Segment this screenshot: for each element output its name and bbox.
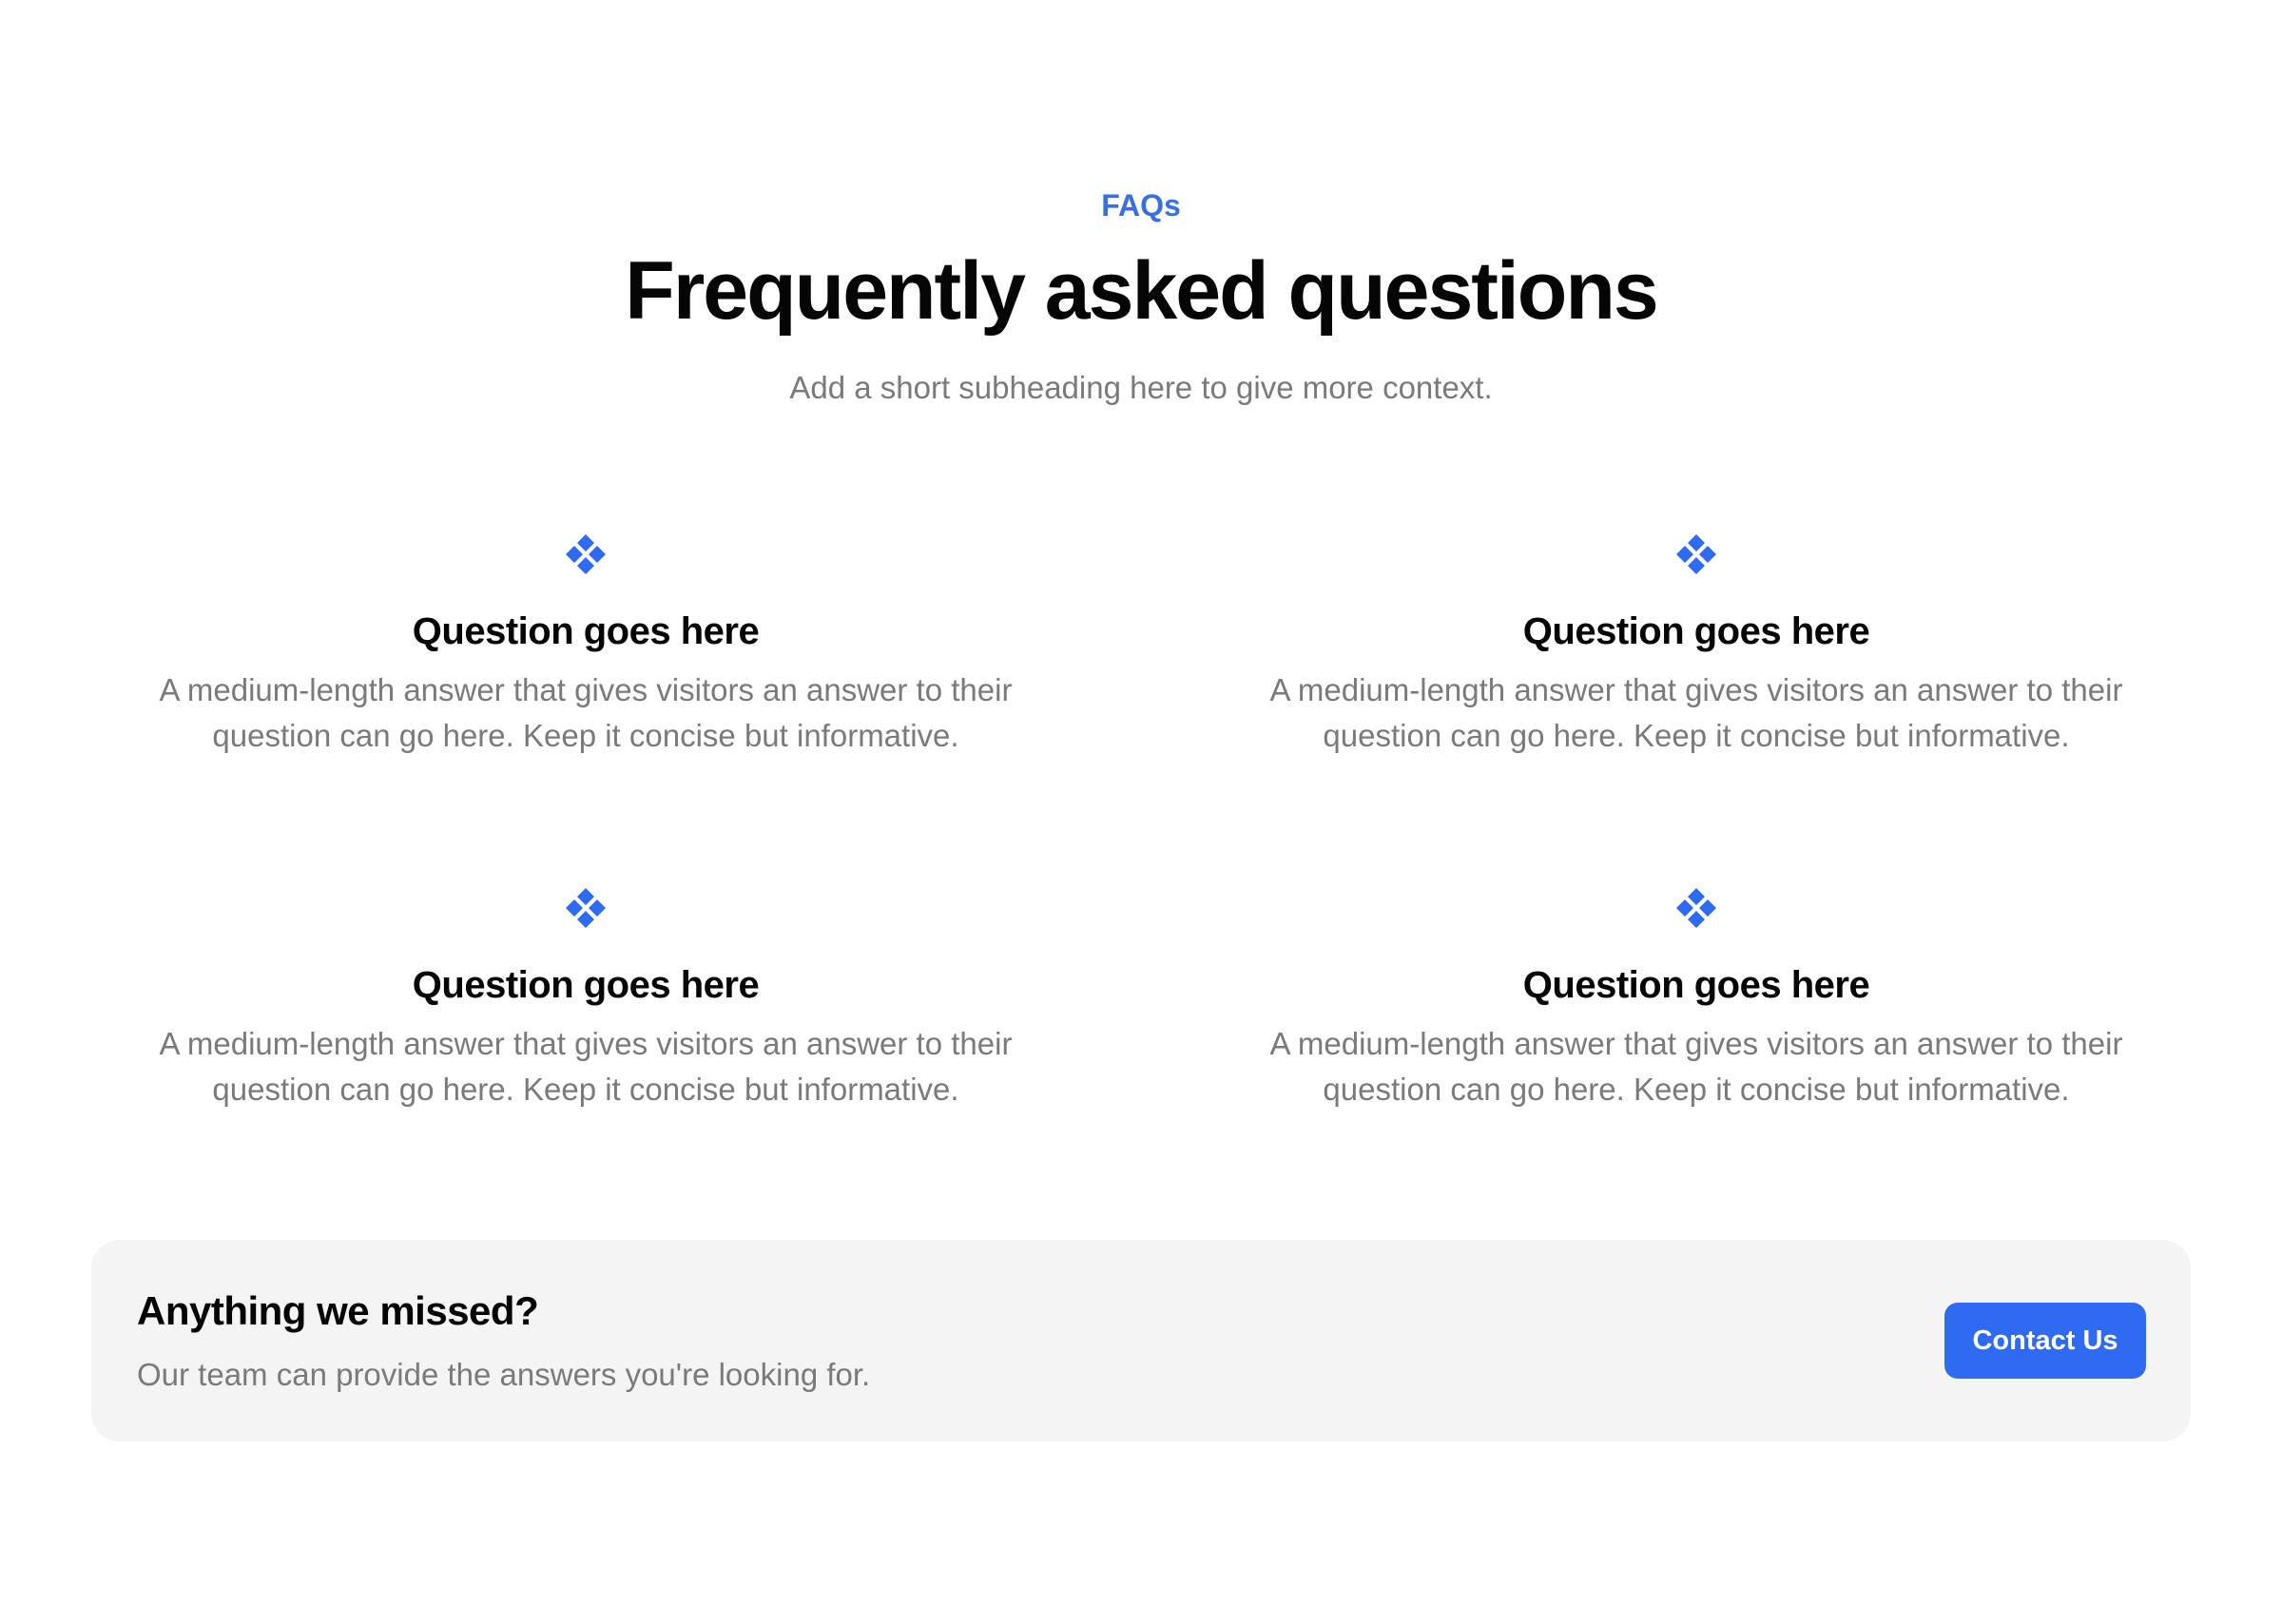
faq-item: Question goes here A medium-length answe… — [110, 886, 1061, 1112]
faq-question: Question goes here — [412, 610, 760, 652]
diamond-cluster-icon — [566, 534, 606, 574]
page-title: Frequently asked questions — [625, 245, 1658, 337]
faq-item: Question goes here A medium-length answe… — [1221, 886, 2172, 1112]
diamond-cluster-icon — [1676, 534, 1716, 574]
diamond-cluster-icon — [566, 888, 606, 928]
contact-cta-card: Anything we missed? Our team can provide… — [91, 1240, 2191, 1441]
contact-us-button[interactable]: Contact Us — [1944, 1303, 2146, 1379]
faq-item: Question goes here A medium-length answe… — [110, 532, 1061, 759]
section-eyebrow: FAQs — [1101, 188, 1181, 222]
page-subtitle: Add a short subheading here to give more… — [789, 370, 1493, 405]
faq-answer: A medium-length answer that gives visito… — [159, 672, 1013, 753]
cta-title: Anything we missed? — [137, 1288, 539, 1333]
faq-question: Question goes here — [1522, 964, 1870, 1006]
faq-item: Question goes here A medium-length answe… — [1221, 532, 2172, 759]
faq-question: Question goes here — [1522, 610, 1870, 652]
faq-answer: A medium-length answer that gives visito… — [1269, 672, 2123, 753]
diamond-cluster-icon — [1676, 888, 1716, 928]
cta-text: Our team can provide the answers you're … — [137, 1357, 871, 1392]
faq-question: Question goes here — [412, 964, 760, 1006]
faq-answer: A medium-length answer that gives visito… — [159, 1026, 1013, 1107]
faq-answer: A medium-length answer that gives visito… — [1269, 1026, 2123, 1107]
